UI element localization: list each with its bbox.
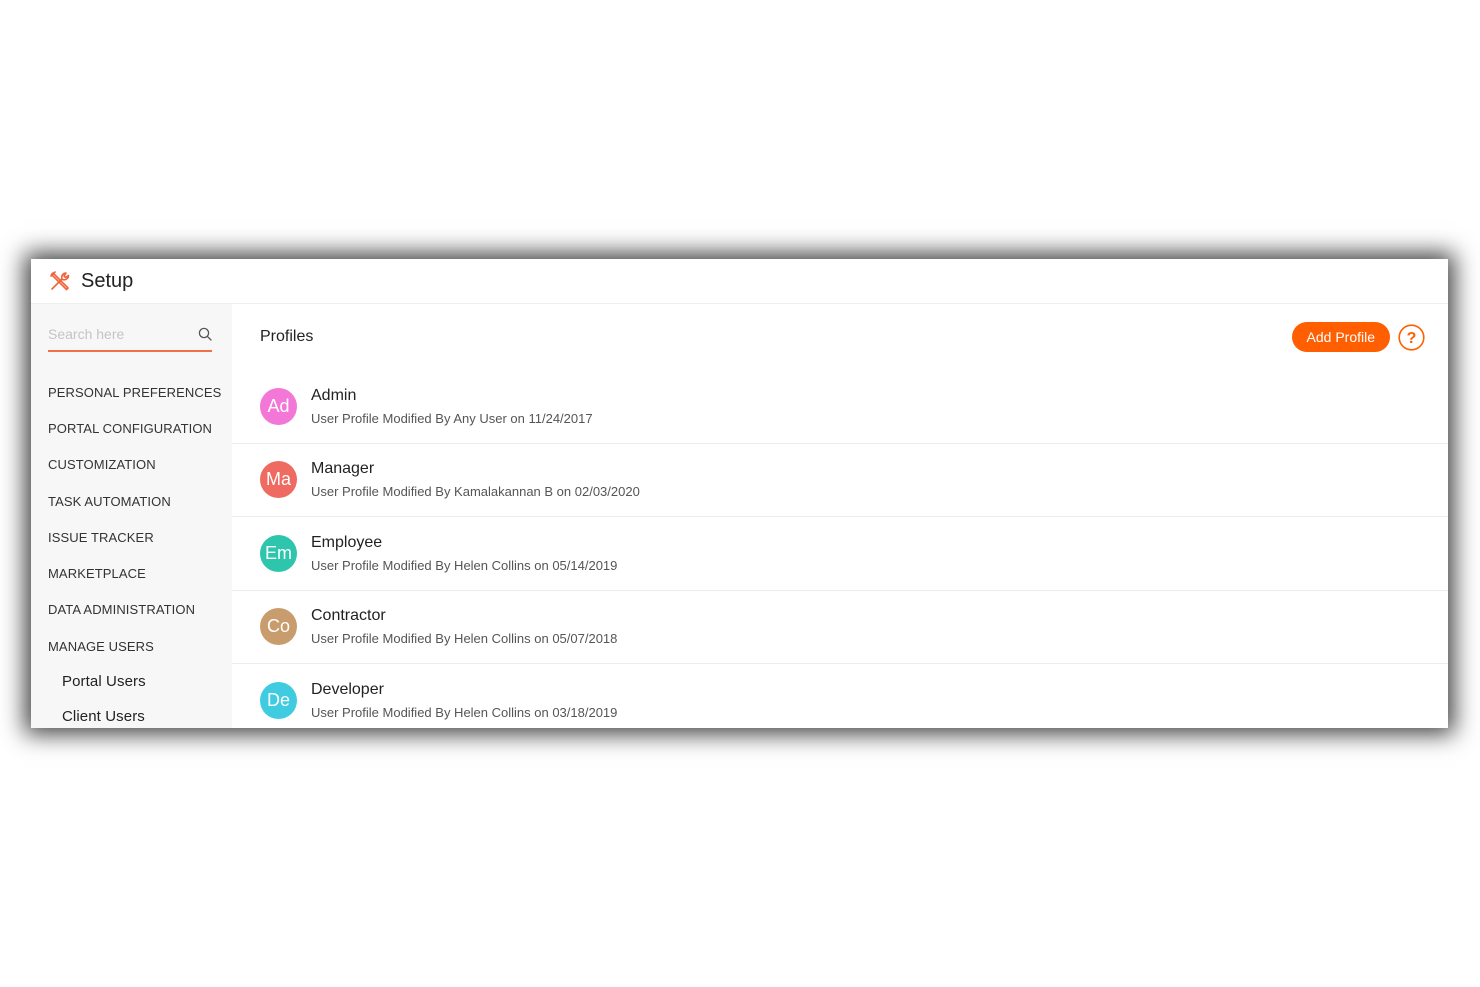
avatar: De: [260, 682, 297, 720]
tools-icon: [49, 270, 71, 292]
profile-row[interactable]: Co Contractor User Profile Modified By H…: [232, 591, 1448, 664]
profile-name[interactable]: Developer: [311, 681, 617, 699]
profile-list: Ad Admin User Profile Modified By Any Us…: [232, 370, 1448, 728]
sidebar-item-customization[interactable]: CUSTOMIZATION: [31, 447, 232, 483]
title-bar: Setup: [31, 259, 1448, 304]
avatar: Co: [260, 608, 297, 646]
sidebar-nav: PERSONAL PREFERENCES PORTAL CONFIGURATIO…: [31, 374, 232, 728]
help-icon[interactable]: ?: [1398, 323, 1425, 351]
profile-meta: User Profile Modified By Kamalakannan B …: [311, 484, 640, 500]
search-box: [48, 318, 212, 352]
profile-meta: User Profile Modified By Helen Collins o…: [311, 705, 618, 721]
sidebar-item-task-automation[interactable]: TASK AUTOMATION: [31, 483, 232, 519]
profile-row[interactable]: De Developer User Profile Modified By He…: [232, 664, 1448, 728]
profile-name[interactable]: Employee: [311, 534, 617, 552]
sidebar-item-portal-configuration[interactable]: PORTAL CONFIGURATION: [31, 410, 232, 446]
profile-row[interactable]: Ad Admin User Profile Modified By Any Us…: [232, 370, 1448, 444]
profile-row[interactable]: Ma Manager User Profile Modified By Kama…: [232, 444, 1448, 517]
help-glyph: ?: [1407, 329, 1417, 346]
sidebar-item-marketplace[interactable]: MARKETPLACE: [31, 555, 232, 591]
sidebar-item-issue-tracker[interactable]: ISSUE TRACKER: [31, 519, 232, 555]
setup-window: Setup PERSONAL PREFERENCES PORTAL CONFIG…: [31, 259, 1448, 728]
profile-row[interactable]: Em Employee User Profile Modified By Hel…: [232, 517, 1448, 591]
section-heading: Profiles: [260, 328, 314, 345]
search-icon[interactable]: [198, 327, 212, 341]
main-header: Profiles Add Profile ?: [232, 304, 1448, 370]
sidebar-item-manage-users[interactable]: MANAGE USERS: [31, 628, 232, 664]
profile-meta: User Profile Modified By Helen Collins o…: [311, 557, 618, 573]
sidebar-subitem-client-users[interactable]: Client Users: [31, 699, 232, 728]
profile-meta: User Profile Modified By Helen Collins o…: [311, 631, 618, 647]
sidebar: PERSONAL PREFERENCES PORTAL CONFIGURATIO…: [31, 304, 232, 728]
main-content: Profiles Add Profile ? Ad Admin User Pro…: [232, 304, 1448, 728]
sidebar-subitem-portal-users[interactable]: Portal Users: [31, 664, 232, 699]
profile-name[interactable]: Manager: [311, 460, 640, 478]
add-profile-button[interactable]: Add Profile: [1291, 322, 1390, 352]
profile-meta: User Profile Modified By Any User on 11/…: [311, 410, 593, 426]
sidebar-item-data-administration[interactable]: DATA ADMINISTRATION: [31, 592, 232, 628]
avatar: Em: [260, 534, 297, 572]
avatar: Ad: [260, 387, 297, 425]
avatar: Ma: [260, 461, 297, 499]
page-title: Setup: [81, 269, 134, 292]
search-input[interactable]: [48, 326, 178, 342]
profile-name[interactable]: Contractor: [311, 607, 617, 625]
sidebar-item-personal-preferences[interactable]: PERSONAL PREFERENCES: [31, 374, 232, 410]
profile-name[interactable]: Admin: [311, 387, 593, 405]
